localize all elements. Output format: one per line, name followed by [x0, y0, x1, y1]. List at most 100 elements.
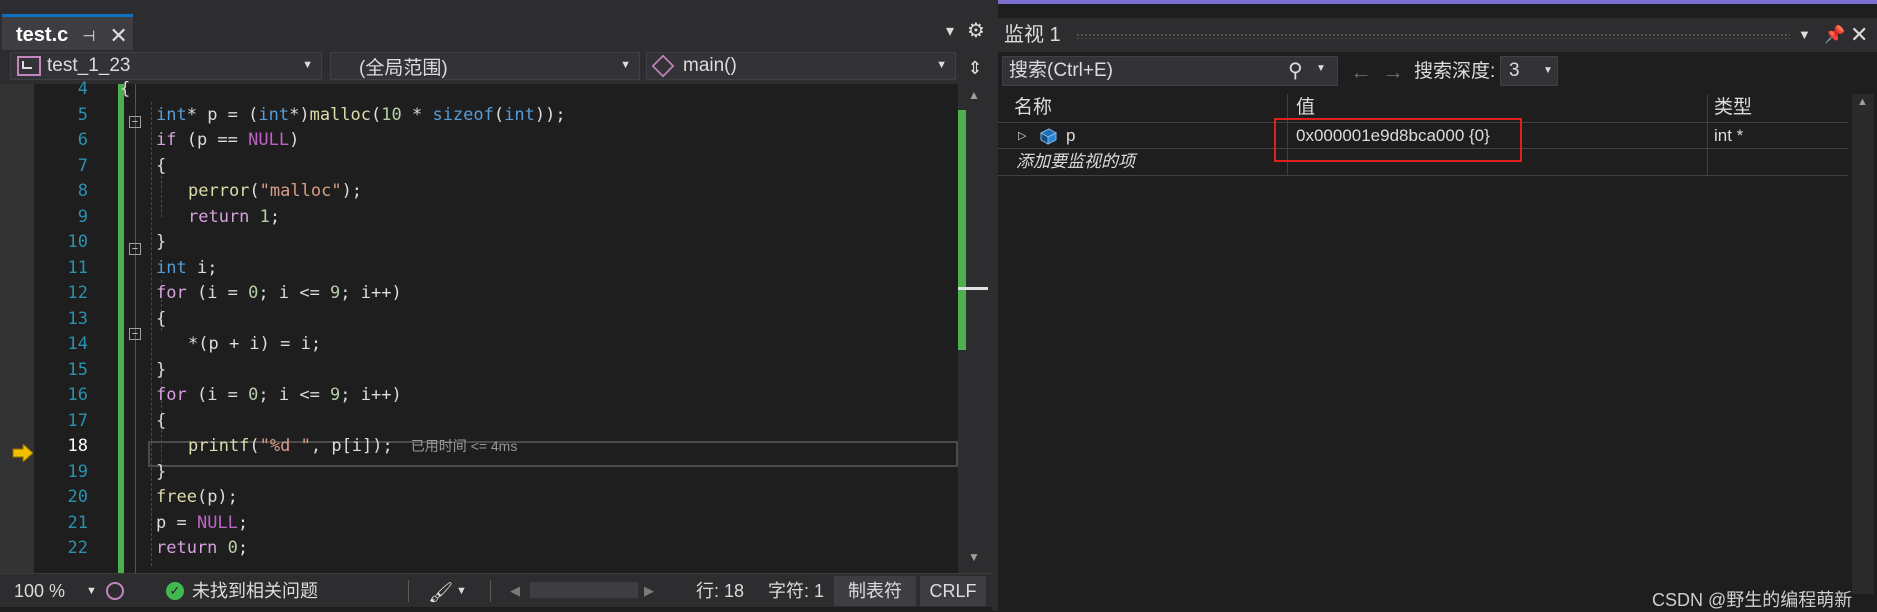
code-line: *(p + i) = i;: [188, 334, 322, 354]
issues-status[interactable]: 未找到相关问题: [192, 574, 318, 608]
code-line: {: [156, 155, 167, 176]
watch-title: 监视 1: [1004, 24, 1061, 46]
line-number: 15: [67, 359, 88, 380]
code-area[interactable]: 4 5 6 7 8 9 10 11 12 13 14 15 16 17 18 1…: [0, 79, 992, 573]
scroll-left-icon[interactable]: ◀: [510, 574, 520, 608]
line-number: 12: [67, 283, 88, 303]
indent-mode[interactable]: 制表符: [834, 576, 916, 606]
char-position[interactable]: 字符: 1: [768, 574, 824, 608]
watch-vertical-scrollbar[interactable]: ▲: [1852, 94, 1874, 594]
code-cleanup-brush-icon[interactable]: 🖌: [428, 576, 453, 610]
glyph-margin[interactable]: [0, 84, 34, 573]
window-menu-icon[interactable]: ▼: [1798, 18, 1811, 52]
scope-name: (全局范围): [359, 57, 448, 79]
title-grip: [1076, 33, 1790, 39]
code-line: int i;: [156, 257, 218, 278]
project-name: test_1_23: [47, 55, 131, 76]
scrollbar-caret-marker: [958, 287, 988, 290]
intellicode-icon[interactable]: [106, 582, 124, 600]
project-dropdown[interactable]: test_1_23 ▼: [10, 52, 322, 80]
value-annotation-box: [1274, 118, 1522, 162]
search-depth-dropdown[interactable]: 3 ▼: [1500, 56, 1558, 86]
line-number: 6: [77, 130, 88, 150]
arrow-left-icon[interactable]: ←: [1350, 56, 1372, 88]
line-number: 9: [77, 206, 88, 227]
line-number: 7: [77, 155, 88, 176]
code-line-current: printf("%d ", p[i]); 已用时间 <= 4ms: [188, 436, 518, 456]
collapse-icon[interactable]: −: [129, 243, 141, 255]
line-number: 14: [67, 334, 88, 354]
code-editor-pane: test.c ⊣ ✕ ▾ ⚙ test_1_23 ▼ (全局范围) ▼ main…: [0, 0, 992, 611]
member-name: main(): [683, 55, 737, 76]
scroll-down-icon[interactable]: ▼: [968, 550, 980, 564]
expand-triangle-icon[interactable]: ▷: [1018, 123, 1026, 149]
chevron-down-icon: ▼: [302, 59, 313, 71]
watch-window: 监视 1 ▼ 📌 ✕ 搜索(Ctrl+E) ⚲ ▼ ← → 搜索深度: 3 ▼ …: [998, 0, 1877, 611]
line-number: 10: [67, 232, 88, 252]
horizontal-scroll-track[interactable]: [530, 582, 638, 598]
line-numbers: 4 5 6 7 8 9 10 11 12 13 14 15 16 17 18 1…: [34, 79, 94, 573]
watermark: CSDN @野生的编程萌新: [1652, 590, 1853, 610]
search-icon[interactable]: ⚲: [1288, 58, 1303, 83]
chevron-down-icon[interactable]: ▼: [456, 574, 467, 608]
line-number: 13: [67, 308, 88, 329]
separator: [490, 580, 491, 602]
line-number: 22: [67, 538, 88, 558]
member-dropdown[interactable]: main() ▼: [646, 52, 956, 80]
tab-dropdown-icon[interactable]: ▾: [940, 20, 960, 44]
code-line: }: [156, 359, 167, 380]
column-header-name[interactable]: 名称: [998, 94, 1288, 122]
line-ending[interactable]: CRLF: [920, 576, 986, 606]
watch-title-bar[interactable]: 监视 1 ▼ 📌 ✕: [998, 18, 1877, 52]
collapse-icon[interactable]: −: [129, 116, 141, 128]
code-line: }: [156, 461, 167, 482]
column-header-type[interactable]: 类型: [1708, 94, 1848, 122]
code-line: perror("malloc");: [188, 181, 363, 201]
code-line: for (i = 0; i <= 9; i++): [156, 385, 402, 405]
navigation-bar: test_1_23 ▼ (全局范围) ▼ main() ▼ ⇕: [0, 50, 992, 84]
code-line: int* p = (int*)malloc(10 * sizeof(int));: [156, 104, 566, 125]
scroll-right-icon[interactable]: ▶: [644, 574, 654, 608]
line-position[interactable]: 行: 18: [696, 574, 744, 608]
code-line: p = NULL;: [156, 512, 249, 533]
line-number: 20: [67, 487, 88, 507]
line-number: 4: [77, 79, 88, 99]
search-depth-value: 3: [1509, 60, 1520, 81]
arrow-right-icon[interactable]: →: [1382, 56, 1404, 88]
perf-tip[interactable]: 已用时间 <= 4ms: [411, 438, 518, 454]
editor-vertical-scrollbar[interactable]: ▲ ▼: [958, 84, 992, 573]
line-number: 5: [77, 104, 88, 125]
scroll-up-icon[interactable]: ▲: [1857, 96, 1868, 108]
variable-cube-icon: [1039, 128, 1058, 145]
close-icon[interactable]: ✕: [109, 23, 127, 49]
project-icon: [17, 56, 41, 76]
scope-dropdown[interactable]: (全局范围) ▼: [330, 52, 640, 80]
gear-icon[interactable]: ⚙: [964, 18, 988, 44]
split-window-icon[interactable]: ⇕: [960, 54, 990, 82]
chevron-down-icon[interactable]: ▼: [1316, 63, 1326, 74]
scrollbar-change-map: [958, 110, 966, 350]
watch-var-type: int *: [1714, 126, 1744, 145]
zoom-level[interactable]: 100 %: [14, 574, 65, 608]
chevron-down-icon[interactable]: ▼: [86, 574, 97, 608]
code-line: if (p == NULL): [156, 130, 300, 150]
chevron-down-icon: ▼: [1543, 65, 1553, 76]
line-number-current: 18: [67, 436, 88, 456]
code-line: return 1;: [188, 206, 281, 227]
add-watch-item[interactable]: 添加要监视的项: [1016, 149, 1135, 175]
pin-icon[interactable]: 📌: [1824, 18, 1845, 52]
watch-var-name: p: [1066, 126, 1076, 145]
collapse-icon[interactable]: −: [129, 328, 141, 340]
editor-status-bar: 100 % ▼ ✓ 未找到相关问题 🖌 ▼ ◀ ▶ 行: 18 字符: 1 制表…: [0, 573, 992, 607]
pin-icon[interactable]: ⊣: [82, 27, 95, 45]
line-number: 16: [67, 385, 88, 405]
close-icon[interactable]: ✕: [1850, 18, 1868, 52]
code-line: {: [120, 79, 131, 99]
code-line: {: [156, 410, 167, 431]
scroll-up-icon[interactable]: ▲: [968, 88, 980, 102]
code-text[interactable]: { int* p = (int*)malloc(10 * sizeof(int)…: [120, 79, 956, 573]
line-number: 21: [67, 512, 88, 533]
tab-test-c[interactable]: test.c ⊣ ✕: [2, 14, 133, 54]
method-cube-icon: [651, 54, 675, 78]
code-line: {: [156, 308, 167, 329]
